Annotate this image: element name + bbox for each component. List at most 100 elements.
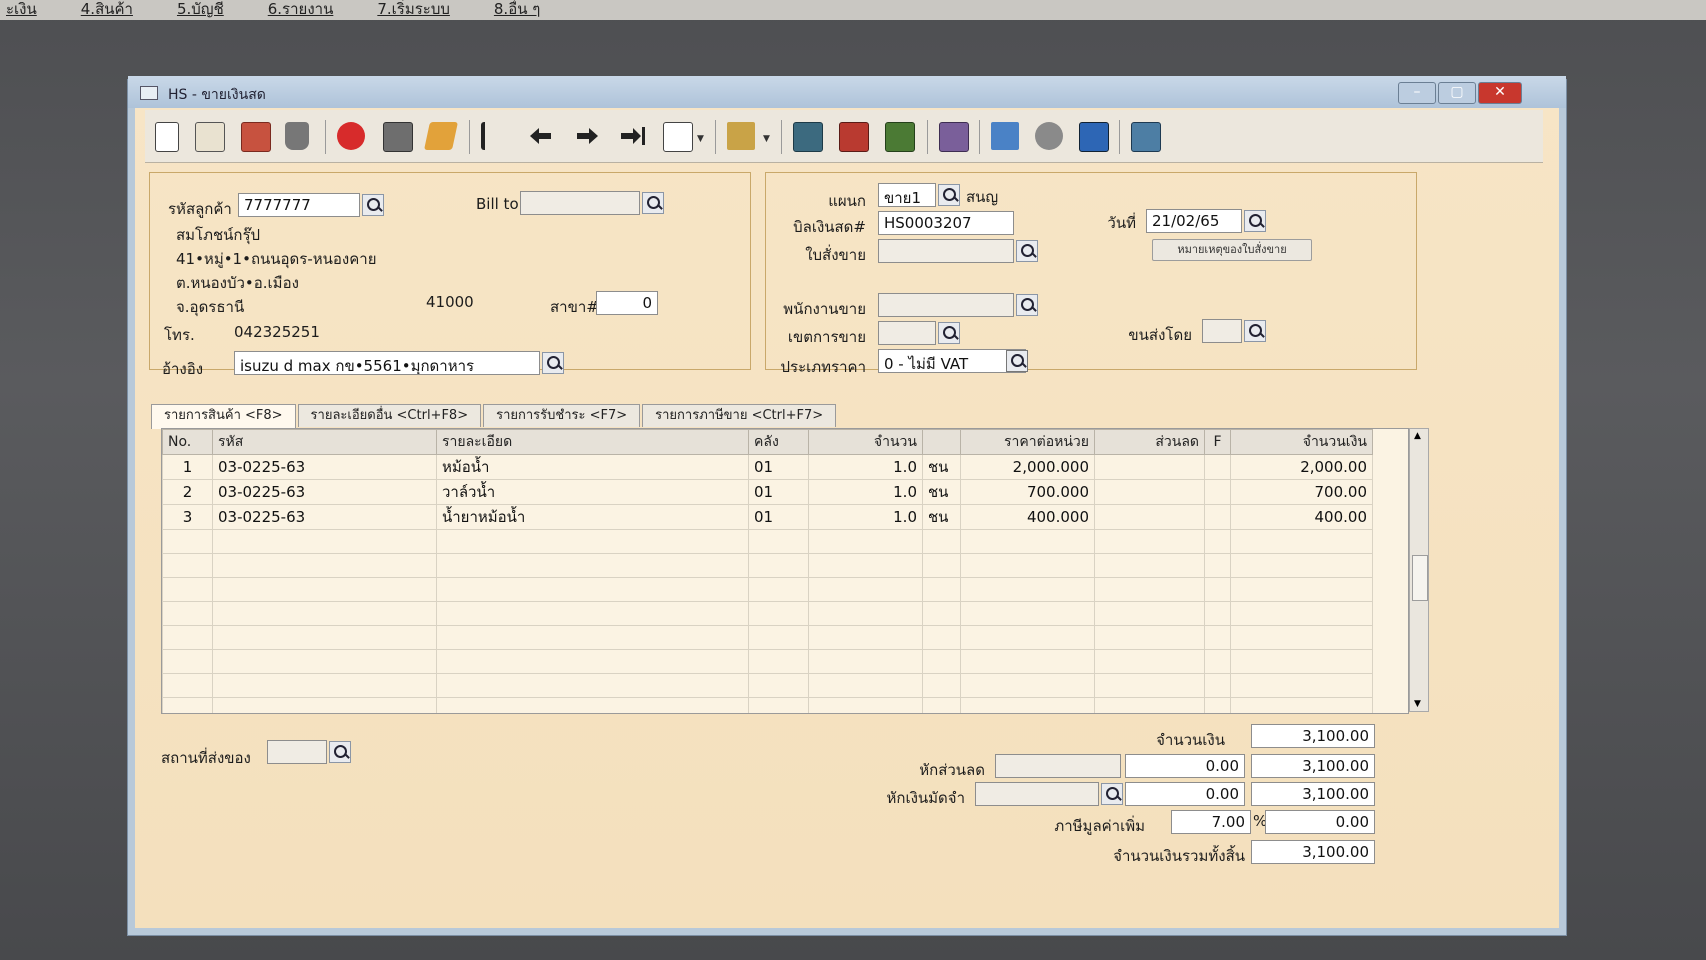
reference-input[interactable]: isuzu d max กข•5561•มุกดาหาร — [234, 351, 540, 375]
item-discount[interactable] — [1094, 454, 1205, 480]
chart-icon[interactable] — [885, 122, 915, 152]
price-type-select[interactable]: 0 - ไม่มี VAT — [878, 349, 1026, 373]
column-header[interactable]: จำนวนเงิน — [1230, 429, 1373, 455]
department-input[interactable]: ขาย1 — [878, 183, 936, 207]
item-unit-price[interactable]: 700.000 — [960, 479, 1095, 505]
empty-row[interactable] — [162, 649, 1373, 674]
minimize-button[interactable]: – — [1398, 82, 1436, 104]
print-dropdown-icon[interactable]: ▼ — [763, 134, 770, 144]
column-header[interactable]: รหัส — [212, 429, 437, 455]
discount-value-input[interactable]: 0.00 — [1125, 754, 1245, 778]
grid-scrollbar[interactable]: ▲ ▼ — [1409, 428, 1429, 712]
sales-order-input[interactable] — [878, 239, 1014, 263]
report-icon[interactable] — [839, 122, 869, 152]
bill-to-input[interactable] — [520, 191, 640, 215]
empty-row[interactable] — [162, 673, 1373, 698]
save-icon[interactable] — [383, 122, 413, 152]
sales-order-search-icon[interactable] — [1016, 240, 1038, 262]
column-header[interactable] — [922, 429, 961, 455]
menu-setup[interactable]: 7.เริ่มระบบ — [371, 0, 456, 20]
new-document-icon[interactable] — [155, 122, 179, 152]
calculator-icon[interactable] — [793, 122, 823, 152]
ship-place-input[interactable] — [267, 740, 327, 764]
deposit-search-icon[interactable] — [1101, 783, 1123, 805]
date-picker-icon[interactable] — [1244, 210, 1266, 232]
edit-document-icon[interactable] — [195, 122, 225, 152]
column-header[interactable]: จำนวน — [808, 429, 923, 455]
salesman-search-icon[interactable] — [1016, 294, 1038, 316]
column-header[interactable]: ราคาต่อหน่วย — [960, 429, 1095, 455]
item-quantity[interactable]: 1.0 — [808, 504, 923, 530]
scroll-up-icon[interactable]: ▲ — [1414, 431, 1421, 441]
empty-row[interactable] — [162, 529, 1373, 554]
item-description[interactable]: หม้อน้ำ — [436, 454, 749, 480]
vat-rate-input[interactable]: 7.00 — [1171, 810, 1251, 834]
first-record-icon[interactable] — [481, 122, 509, 150]
price-type-dropdown-icon[interactable] — [1006, 350, 1028, 372]
item-flag[interactable] — [1204, 504, 1231, 530]
menu-products[interactable]: 4.สินค้า — [75, 0, 139, 20]
tab-other-details[interactable]: รายละเอียดอื่น <Ctrl+F8> — [297, 404, 482, 427]
table-row[interactable]: 3 03-0225-63 น้ำยาหม้อน้ำ 01 1.0 ชน 400.… — [162, 504, 1373, 530]
approve-icon[interactable] — [991, 122, 1019, 150]
item-discount[interactable] — [1094, 504, 1205, 530]
calendar-icon[interactable] — [939, 122, 969, 152]
scroll-down-icon[interactable]: ▼ — [1414, 699, 1421, 709]
last-record-icon[interactable] — [619, 122, 647, 150]
item-discount[interactable] — [1094, 479, 1205, 505]
ship-place-search-icon[interactable] — [329, 741, 351, 763]
item-unit-price[interactable]: 400.000 — [960, 504, 1095, 530]
customer-search-icon[interactable] — [362, 194, 384, 216]
item-code[interactable]: 03-0225-63 — [212, 454, 437, 480]
item-unit[interactable]: ชน — [922, 454, 961, 480]
item-flag[interactable] — [1204, 479, 1231, 505]
table-row[interactable]: 2 03-0225-63 วาล์วน้ำ 01 1.0 ชน 700.000 … — [162, 479, 1373, 505]
item-unit-price[interactable]: 2,000.000 — [960, 454, 1095, 480]
find-dropdown-icon[interactable]: ▼ — [697, 134, 704, 144]
delete-bin-icon[interactable] — [285, 122, 309, 150]
ok-icon[interactable] — [1079, 122, 1109, 152]
tools-icon[interactable] — [1035, 122, 1063, 150]
bill-to-search-icon[interactable] — [642, 192, 664, 214]
scroll-thumb[interactable] — [1412, 555, 1428, 601]
item-warehouse[interactable]: 01 — [748, 504, 809, 530]
ship-by-search-icon[interactable] — [1244, 320, 1266, 342]
tab-sales-tax[interactable]: รายการภาษีขาย <Ctrl+F7> — [642, 404, 837, 427]
column-header[interactable]: คลัง — [748, 429, 809, 455]
item-quantity[interactable]: 1.0 — [808, 479, 923, 505]
item-warehouse[interactable]: 01 — [748, 454, 809, 480]
item-code[interactable]: 03-0225-63 — [212, 504, 437, 530]
department-search-icon[interactable] — [938, 184, 960, 206]
salesman-input[interactable] — [878, 293, 1014, 317]
discount-code-input[interactable] — [995, 754, 1121, 778]
empty-row[interactable] — [162, 697, 1373, 713]
item-unit[interactable]: ชน — [922, 479, 961, 505]
item-code[interactable]: 03-0225-63 — [212, 479, 437, 505]
sales-area-input[interactable] — [878, 321, 936, 345]
customer-code-input[interactable]: 7777777 — [238, 193, 360, 217]
item-description[interactable]: วาล์วน้ำ — [436, 479, 749, 505]
find-document-icon[interactable] — [663, 122, 693, 152]
column-header[interactable]: รายละเอียด — [436, 429, 749, 455]
maximize-button[interactable]: ▢ — [1438, 82, 1476, 104]
item-flag[interactable] — [1204, 454, 1231, 480]
deposit-code-input[interactable] — [975, 782, 1099, 806]
bill-number-input[interactable]: HS0003207 — [878, 211, 1014, 235]
item-warehouse[interactable]: 01 — [748, 479, 809, 505]
item-quantity[interactable]: 1.0 — [808, 454, 923, 480]
item-description[interactable]: น้ำยาหม้อน้ำ — [436, 504, 749, 530]
tab-items[interactable]: รายการสินค้า <F8> — [151, 404, 296, 429]
menu-accounts[interactable]: 5.บัญชี — [171, 0, 230, 20]
deposit-value-input[interactable]: 0.00 — [1125, 782, 1245, 806]
print-icon[interactable] — [727, 122, 755, 150]
menu-finance[interactable]: ะเงิน — [0, 0, 43, 20]
menu-others[interactable]: 8.อื่น ๆ — [488, 0, 546, 20]
table-row[interactable]: 1 03-0225-63 หม้อน้ำ 01 1.0 ชน 2,000.000… — [162, 454, 1373, 480]
column-header[interactable]: ส่วนลด — [1094, 429, 1205, 455]
void-document-icon[interactable] — [241, 122, 271, 152]
empty-row[interactable] — [162, 601, 1373, 626]
settings-icon[interactable] — [1131, 122, 1161, 152]
close-button[interactable]: ✕ — [1478, 82, 1522, 104]
date-input[interactable]: 21/02/65 — [1146, 209, 1242, 233]
ship-by-input[interactable] — [1202, 319, 1242, 343]
